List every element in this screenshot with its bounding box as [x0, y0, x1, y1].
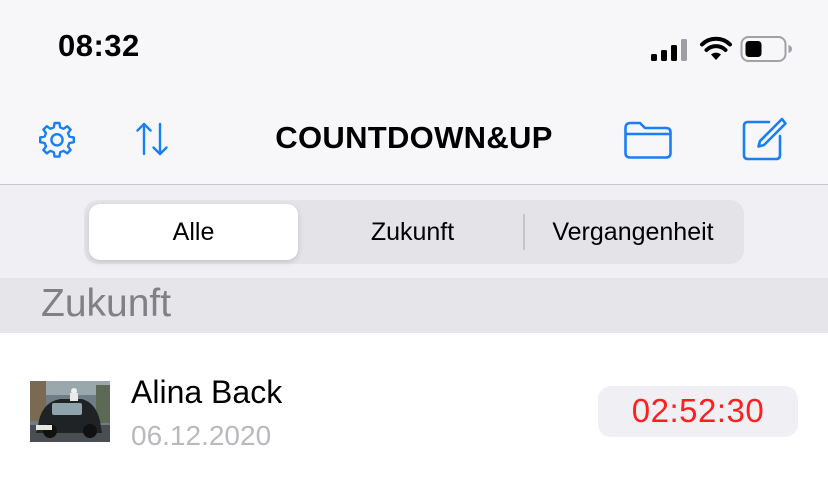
nav-bar: COUNTDOWN&UP: [0, 96, 828, 185]
segment-alle[interactable]: Alle: [89, 204, 298, 260]
folder-icon: [624, 121, 672, 159]
folder-button[interactable]: [623, 120, 673, 160]
segment-vergangenheit[interactable]: Vergangenheit: [525, 204, 741, 260]
section-title: Zukunft: [41, 282, 172, 325]
page-title: COUNTDOWN&UP: [275, 120, 553, 155]
cellular-signal-icon: [651, 39, 687, 61]
compose-button[interactable]: [740, 116, 788, 162]
list-item[interactable]: Alina Back 06.12.2020 02:52:30: [0, 334, 828, 482]
entry-thumbnail: [30, 381, 110, 442]
wifi-icon: [700, 36, 732, 60]
status-bar: 08:32: [0, 0, 828, 96]
status-time: 08:32: [58, 28, 140, 63]
compose-icon: [742, 117, 787, 161]
segmented-control: Alle Zukunft Vergangenheit: [84, 200, 744, 264]
section-header: Zukunft: [0, 278, 828, 333]
entry-date: 06.12.2020: [131, 420, 272, 451]
countdown-badge: 02:52:30: [598, 386, 798, 437]
segment-zukunft[interactable]: Zukunft: [303, 204, 522, 260]
entry-name: Alina Back: [131, 374, 283, 410]
countdown-value: 02:52:30: [631, 392, 765, 429]
car-photo-icon: [30, 381, 110, 442]
filter-bar: Alle Zukunft Vergangenheit: [0, 185, 828, 278]
battery-icon: [740, 36, 792, 62]
